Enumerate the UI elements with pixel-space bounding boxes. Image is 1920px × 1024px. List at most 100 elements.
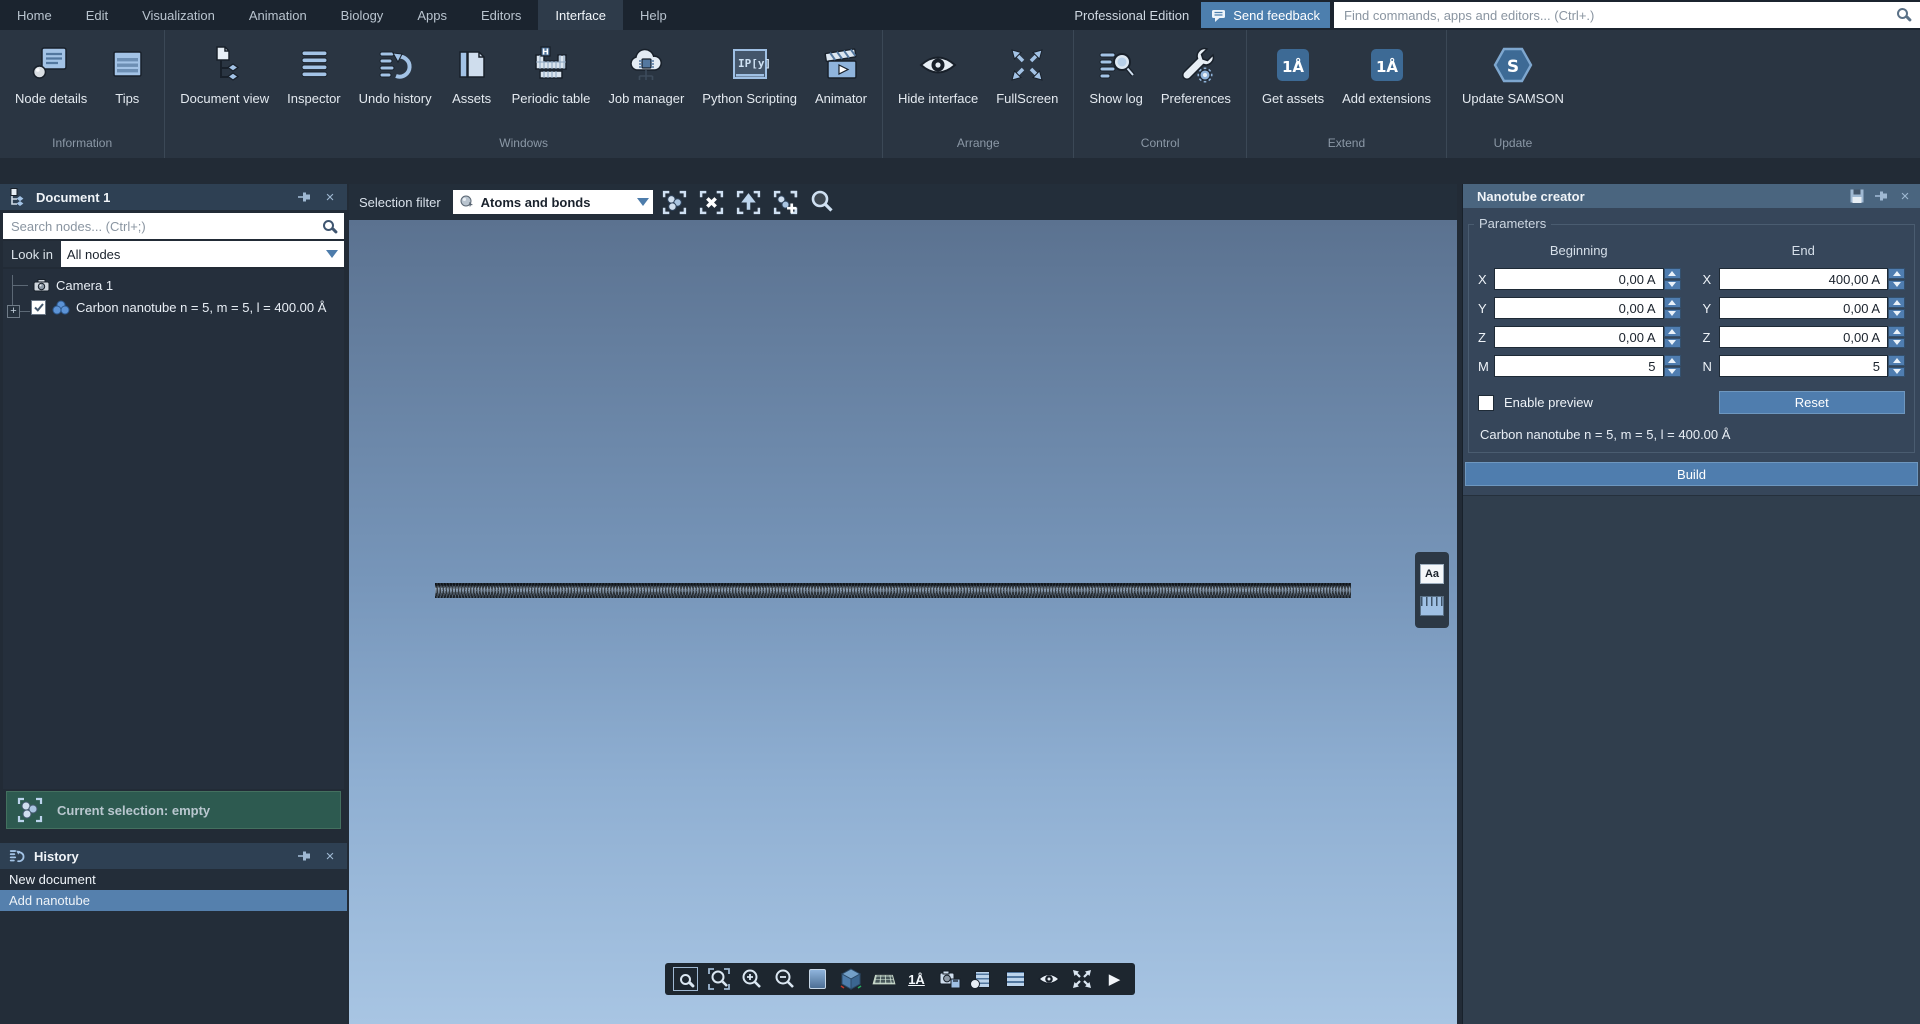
spin-up-icon[interactable] (1888, 355, 1905, 366)
python-scripting-button[interactable]: IP[y]: Python Scripting (693, 38, 806, 110)
select-parent-button[interactable] (733, 188, 764, 217)
inspector-button[interactable]: Inspector (278, 38, 349, 110)
beginning-z-field[interactable] (1494, 326, 1664, 348)
zoom-out-icon (773, 967, 797, 991)
close-icon[interactable]: × (1896, 187, 1914, 205)
snapshot-button[interactable] (935, 965, 964, 993)
reset-button[interactable]: Reset (1719, 391, 1906, 414)
menu-edit[interactable]: Edit (69, 0, 125, 30)
selection-filter-dropdown[interactable]: Atoms and bonds (453, 190, 653, 214)
expander-plus-icon[interactable]: + (7, 305, 20, 318)
end-z-field[interactable] (1719, 326, 1889, 348)
pin-icon[interactable] (1872, 187, 1890, 205)
menu-interface[interactable]: Interface (538, 0, 623, 30)
animator-button[interactable]: Animator (806, 38, 876, 110)
menu-help[interactable]: Help (623, 0, 684, 30)
node-details-button[interactable]: Node details (6, 38, 96, 110)
show-log-button[interactable]: Show log (1080, 38, 1151, 110)
zoom-region-button[interactable] (671, 965, 700, 993)
pin-icon[interactable] (295, 847, 313, 865)
spin-up-icon[interactable] (1664, 355, 1681, 366)
background-button[interactable] (803, 965, 832, 993)
spin-up-icon[interactable] (1888, 268, 1905, 279)
fullscreen-label: FullScreen (996, 91, 1058, 106)
node-search-input[interactable] (3, 219, 344, 234)
fullscreen-button[interactable]: FullScreen (987, 38, 1067, 110)
spin-down-icon[interactable] (1664, 338, 1681, 349)
history-item-new-document[interactable]: New document (0, 869, 347, 890)
end-x-field[interactable] (1719, 268, 1889, 290)
beginning-y-label: Y (1478, 301, 1494, 316)
menu-visualization[interactable]: Visualization (125, 0, 232, 30)
play-button[interactable]: ▶ (1100, 965, 1129, 993)
end-y-field[interactable] (1719, 297, 1889, 319)
add-extensions-button[interactable]: 1Å Add extensions (1333, 38, 1440, 110)
spin-down-icon[interactable] (1888, 280, 1905, 291)
spin-up-icon[interactable] (1888, 297, 1905, 308)
spin-up-icon[interactable] (1888, 326, 1905, 337)
close-icon[interactable]: × (321, 188, 339, 206)
scale-button[interactable]: 1Å (902, 965, 931, 993)
add-to-selection-button[interactable] (770, 188, 801, 217)
orientation-cube-button[interactable] (836, 965, 865, 993)
viewport-3d-canvas[interactable]: Aa 1Å ▶ (349, 220, 1457, 1024)
send-feedback-button[interactable]: Send feedback (1201, 2, 1330, 28)
spin-down-icon[interactable] (1664, 309, 1681, 320)
spin-down-icon[interactable] (1664, 280, 1681, 291)
preferences-button[interactable]: Preferences (1152, 38, 1240, 110)
beginning-x-field[interactable] (1494, 268, 1664, 290)
tips-button[interactable]: Tips (96, 38, 158, 110)
n-field[interactable] (1719, 355, 1889, 377)
spin-up-icon[interactable] (1664, 297, 1681, 308)
document-view-button[interactable]: Document view (171, 38, 278, 110)
history-item-add-nanotube[interactable]: Add nanotube (0, 890, 347, 911)
menu-animation[interactable]: Animation (232, 0, 324, 30)
update-samson-button[interactable]: S Update SAMSON (1453, 38, 1573, 110)
spin-down-icon[interactable] (1888, 338, 1905, 349)
zoom-selection-button[interactable] (704, 965, 733, 993)
job-manager-button[interactable]: Job manager (599, 38, 693, 110)
find-button[interactable] (807, 188, 838, 217)
menu-home[interactable]: Home (0, 0, 69, 30)
menu-apps[interactable]: Apps (400, 0, 464, 30)
spin-up-icon[interactable] (1664, 326, 1681, 337)
carbon-nanotube-model[interactable] (435, 583, 1351, 598)
pin-icon[interactable] (295, 188, 313, 206)
visibility-button[interactable] (1034, 965, 1063, 993)
get-assets-button[interactable]: 1Å Get assets (1253, 38, 1333, 110)
menu-biology[interactable]: Biology (324, 0, 401, 30)
history-panel-header: History × (0, 843, 347, 869)
spin-down-icon[interactable] (1664, 367, 1681, 378)
menu-editors[interactable]: Editors (464, 0, 538, 30)
look-in-dropdown[interactable]: All nodes (61, 241, 344, 267)
undo-history-button[interactable]: Undo history (350, 38, 441, 110)
deselect-all-button[interactable] (696, 188, 727, 217)
m-field[interactable] (1494, 355, 1664, 377)
hide-interface-button[interactable]: Hide interface (889, 38, 987, 110)
enable-preview-checkbox[interactable] (1478, 395, 1494, 411)
command-search-input[interactable] (1334, 8, 1920, 23)
tree-item-camera[interactable]: Camera 1 (3, 274, 344, 296)
beginning-y-field[interactable] (1494, 297, 1664, 319)
periodic-table-button[interactable]: H Periodic table (503, 38, 600, 110)
grid-plane-button[interactable] (869, 965, 898, 993)
select-all-button[interactable] (659, 188, 690, 217)
text-display-button[interactable]: Aa (1420, 564, 1444, 584)
nanotube-checkbox[interactable] (31, 300, 46, 315)
samson-logo-letter: S (1507, 57, 1519, 77)
spin-down-icon[interactable] (1888, 309, 1905, 320)
ruler-button[interactable] (1420, 596, 1444, 616)
label-button[interactable] (968, 965, 997, 993)
zoom-in-button[interactable] (737, 965, 766, 993)
presentation-button[interactable] (1001, 965, 1030, 993)
tree-item-nanotube[interactable]: Carbon nanotube n = 5, m = 5, l = 400.00… (3, 296, 344, 318)
zoom-out-button[interactable] (770, 965, 799, 993)
assets-button[interactable]: Assets (441, 38, 503, 110)
spin-down-icon[interactable] (1888, 367, 1905, 378)
save-layout-icon[interactable] (1848, 187, 1866, 205)
ribbon-group-windows: Document view Inspector Undo history Ass… (165, 30, 883, 158)
close-icon[interactable]: × (321, 847, 339, 865)
build-button[interactable]: Build (1465, 462, 1918, 486)
spin-up-icon[interactable] (1664, 268, 1681, 279)
viewport-fullscreen-button[interactable] (1067, 965, 1096, 993)
